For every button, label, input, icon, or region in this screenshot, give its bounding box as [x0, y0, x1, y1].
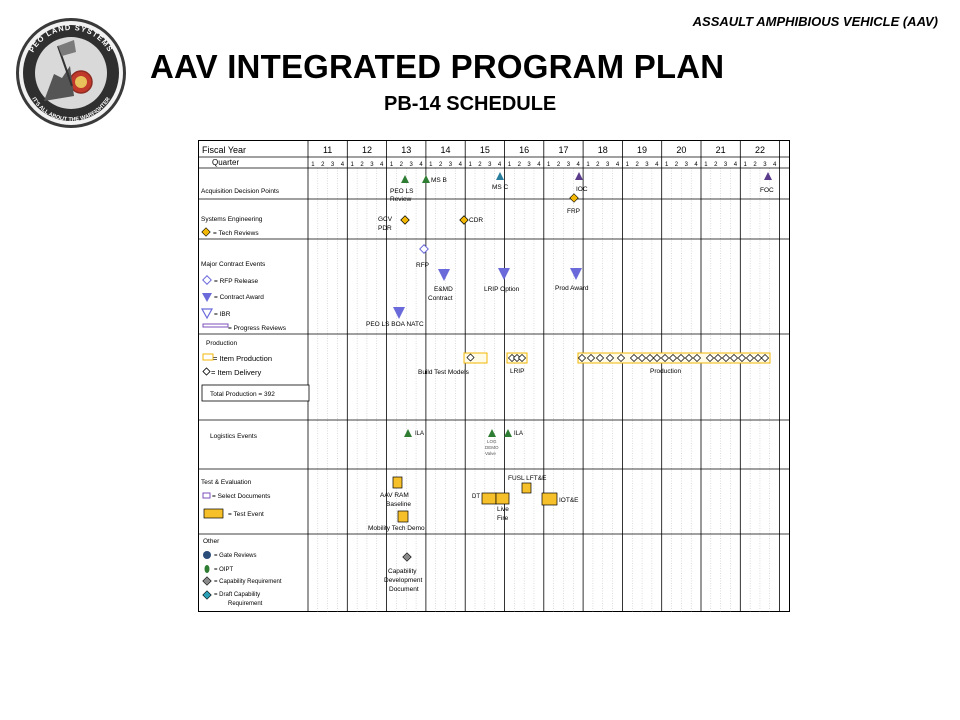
emd-label-1: E&MD	[434, 286, 453, 293]
legend-draft-capability-2: Requirement	[228, 601, 263, 607]
aav-ram-test	[392, 476, 403, 489]
gcv-pdr-label-1: GCV	[378, 216, 393, 223]
quarter-label: Quarter	[212, 158, 239, 167]
legend-test-event: = Test Event	[228, 511, 264, 518]
log-demo-label-1: LOG	[487, 439, 497, 444]
prod-award-label: Prod Award	[555, 285, 589, 292]
live-fire-label-2: Fire	[497, 515, 509, 522]
row-production: Production	[206, 340, 237, 347]
oipt-legend-icon	[204, 565, 210, 573]
year-label: 21	[716, 145, 726, 155]
fusl-lfte-test	[521, 482, 532, 494]
gate-review-legend-icon	[203, 551, 211, 559]
year-label: 11	[323, 145, 332, 155]
emd-label-2: Contract	[428, 295, 453, 302]
rfp-label: RFP	[416, 262, 429, 269]
gcv-pdr-label-2: PDR	[378, 225, 392, 232]
legend-gate-reviews: = Gate Reviews	[214, 553, 257, 559]
row-other: Other	[203, 538, 220, 545]
live-fire-test	[495, 492, 510, 505]
peo-ls-review-label-2: Review	[390, 196, 412, 203]
total-production-label: Total Production = 392	[210, 391, 275, 398]
cdd-label-3: Document	[389, 586, 419, 593]
ioc-label: IOC	[576, 186, 588, 193]
peo-boa-label: PEO LS BOA NATC	[366, 321, 424, 328]
legend-contract-award: = Contract Award	[214, 294, 264, 301]
legend-tech-reviews: = Tech Reviews	[213, 230, 259, 237]
iote-label: IOT&E	[559, 497, 579, 504]
year-label: 15	[480, 145, 490, 155]
mobility-demo-label: Mobility Tech Demo	[368, 525, 425, 532]
year-label: 20	[676, 145, 686, 155]
schedule-chart: Fiscal Year Quarter 11 12 13 14 15 16 17 18 19 20…	[198, 140, 790, 613]
peo-ls-review-label-1: PEO LS	[390, 188, 414, 195]
select-documents-legend-icon	[202, 492, 211, 499]
lrip-option-label: LRIP Option	[484, 286, 520, 293]
foc-label: FOC	[760, 187, 774, 194]
build-test-models-label: Build Test Models	[418, 369, 470, 376]
log-demo-label-2: DEMO	[485, 445, 499, 450]
cdr-label: CDR	[469, 217, 483, 224]
test-event-legend-icon	[203, 508, 224, 519]
page-title: AAV INTEGRATED PROGRAM PLAN	[150, 48, 725, 85]
row-test-eval: Test & Evaluation	[201, 479, 252, 486]
year-label: 18	[598, 145, 608, 155]
row-logistics: Logistics Events	[210, 433, 258, 440]
mobility-demo-test	[397, 510, 409, 523]
legend-oipt: = OIPT	[214, 567, 234, 573]
legend-select-documents: = Select Documents	[212, 493, 271, 500]
fusl-lfte-label: FUSL LFT&E	[508, 475, 547, 482]
dt-label: DT	[472, 494, 480, 500]
dt-test	[481, 492, 497, 505]
frp-label: FRP	[567, 208, 580, 215]
program-tag: ASSAULT AMPHIBIOUS VEHICLE (AAV)	[692, 14, 938, 29]
iote-test	[541, 492, 558, 506]
row-systems-eng: Systems Engineering	[201, 216, 263, 223]
aav-ram-label-1: AAV RAM	[380, 492, 409, 499]
year-label: 22	[755, 145, 765, 155]
ila-label-1: ILA	[415, 431, 424, 437]
ms-c-label: MS C	[492, 184, 509, 191]
production-label: Production	[650, 368, 681, 375]
year-label: 16	[519, 145, 529, 155]
cdd-label-1: Capability	[388, 568, 417, 575]
peo-land-systems-seal: PEO LAND SYSTEMS IT'S ALL ABOUT THE WARF…	[16, 18, 126, 128]
legend-item-production: = Item Production	[213, 354, 272, 363]
year-label: 12	[362, 145, 372, 155]
ms-b-label: MS B	[431, 177, 447, 184]
legend-draft-capability: = Draft Capability	[214, 592, 260, 598]
row-major-contract: Major Contract Events	[201, 261, 266, 268]
live-fire-label-1: Live	[497, 506, 509, 513]
cdd-label-2: Development	[384, 577, 422, 584]
legend-item-delivery: = Item Delivery	[211, 368, 261, 377]
legend-progress-reviews: = Progress Reviews	[228, 325, 287, 332]
legend-rfp-release: = RFP Release	[214, 278, 259, 285]
schedule-svg: Fiscal Year Quarter 11 12 13 14 15 16 17 18 19 20…	[198, 140, 790, 613]
page-subtitle: PB-14 SCHEDULE	[384, 93, 557, 115]
log-demo-label-3: Valve	[485, 451, 496, 456]
fiscal-year-label: Fiscal Year	[202, 145, 246, 155]
lrip-label: LRIP	[510, 368, 524, 375]
year-label: 17	[558, 145, 568, 155]
legend-capability-req: = Capability Requirement	[214, 579, 282, 585]
year-label: 13	[401, 145, 411, 155]
year-label: 19	[637, 145, 647, 155]
year-label: 14	[441, 145, 451, 155]
row-acquisition: Acquisition Decision Points	[201, 188, 280, 195]
aav-ram-label-2: Baseline	[386, 501, 411, 508]
progress-review-legend-icon	[202, 323, 229, 328]
ila-label-2: ILA	[514, 431, 523, 437]
item-production-legend-icon	[202, 353, 214, 361]
legend-ibr: = IBR	[214, 311, 231, 318]
